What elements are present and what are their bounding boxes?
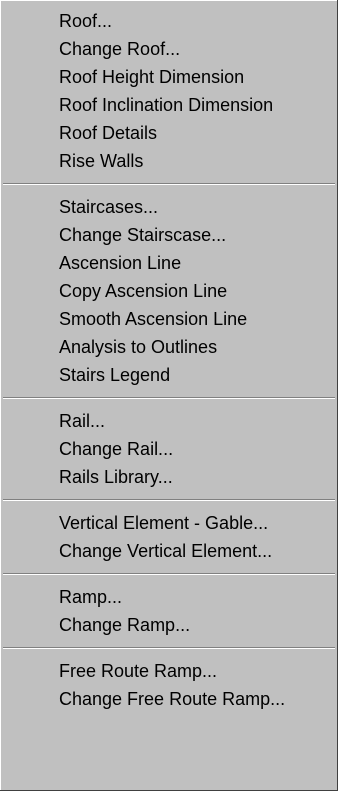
context-menu: Roof... Change Roof... Roof Height Dimen…: [0, 0, 338, 791]
menu-item-change-staircase[interactable]: Change Stairscase...: [1, 221, 337, 249]
menu-group-free-route-ramp: Free Route Ramp... Change Free Route Ram…: [1, 657, 337, 713]
menu-item-stairs-legend[interactable]: Stairs Legend: [1, 361, 337, 389]
menu-item-roof-height-dimension[interactable]: Roof Height Dimension: [1, 63, 337, 91]
menu-item-copy-ascension-line[interactable]: Copy Ascension Line: [1, 277, 337, 305]
menu-group-ramp: Ramp... Change Ramp...: [1, 583, 337, 639]
menu-separator: [3, 499, 335, 501]
menu-item-change-vertical-element[interactable]: Change Vertical Element...: [1, 537, 337, 565]
menu-separator: [3, 183, 335, 185]
menu-item-change-free-route-ramp[interactable]: Change Free Route Ramp...: [1, 685, 337, 713]
menu-item-change-ramp[interactable]: Change Ramp...: [1, 611, 337, 639]
menu-separator: [3, 647, 335, 649]
menu-item-rise-walls[interactable]: Rise Walls: [1, 147, 337, 175]
menu-item-smooth-ascension-line[interactable]: Smooth Ascension Line: [1, 305, 337, 333]
menu-item-free-route-ramp[interactable]: Free Route Ramp...: [1, 657, 337, 685]
menu-item-analysis-to-outlines[interactable]: Analysis to Outlines: [1, 333, 337, 361]
menu-group-vertical-element: Vertical Element - Gable... Change Verti…: [1, 509, 337, 565]
menu-group-roof: Roof... Change Roof... Roof Height Dimen…: [1, 7, 337, 175]
menu-item-staircases[interactable]: Staircases...: [1, 193, 337, 221]
menu-item-roof[interactable]: Roof...: [1, 7, 337, 35]
menu-item-change-rail[interactable]: Change Rail...: [1, 435, 337, 463]
menu-separator: [3, 573, 335, 575]
menu-item-vertical-element-gable[interactable]: Vertical Element - Gable...: [1, 509, 337, 537]
menu-item-roof-details[interactable]: Roof Details: [1, 119, 337, 147]
menu-item-rails-library[interactable]: Rails Library...: [1, 463, 337, 491]
menu-item-roof-inclination-dimension[interactable]: Roof Inclination Dimension: [1, 91, 337, 119]
menu-item-rail[interactable]: Rail...: [1, 407, 337, 435]
menu-separator: [3, 397, 335, 399]
menu-item-ascension-line[interactable]: Ascension Line: [1, 249, 337, 277]
menu-group-rail: Rail... Change Rail... Rails Library...: [1, 407, 337, 491]
menu-item-ramp[interactable]: Ramp...: [1, 583, 337, 611]
menu-group-stairs: Staircases... Change Stairscase... Ascen…: [1, 193, 337, 389]
menu-item-change-roof[interactable]: Change Roof...: [1, 35, 337, 63]
